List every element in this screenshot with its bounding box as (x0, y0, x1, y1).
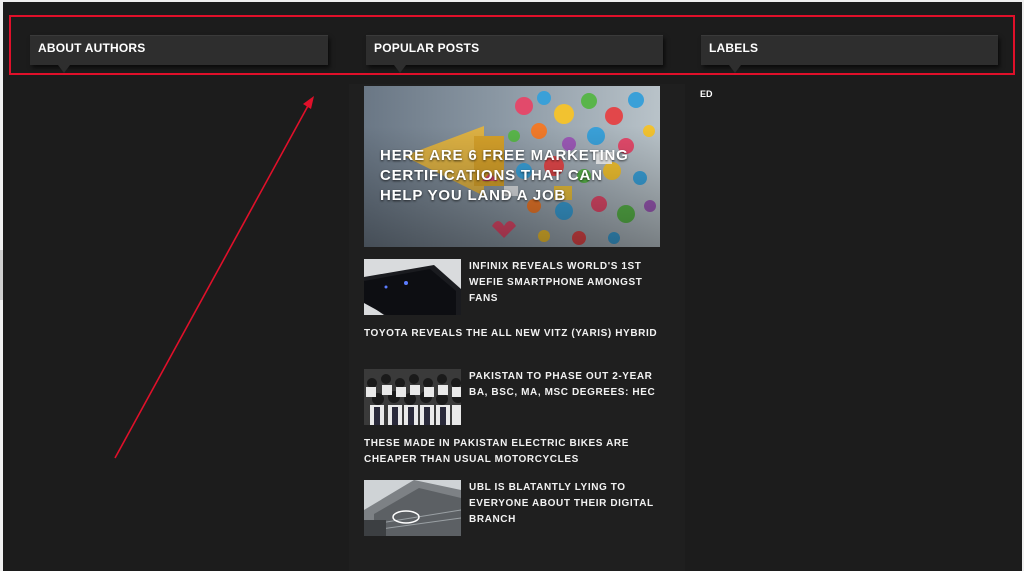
post-item[interactable]: UBL IS BLATANTLY LYING TO EVERYONE ABOUT… (364, 480, 664, 538)
featured-post-title[interactable]: HERE ARE 6 FREE MARKETING CERTIFICATIONS… (380, 146, 630, 206)
post-thumbnail[interactable] (364, 369, 461, 425)
post-item[interactable]: THESE MADE IN PAKISTAN ELECTRIC BIKES AR… (364, 436, 664, 470)
post-title[interactable]: TOYOTA REVEALS THE ALL NEW VITZ (YARIS) … (364, 326, 664, 342)
about-authors-header: ABOUT AUTHORS (30, 35, 328, 73)
post-thumbnail[interactable] (364, 480, 461, 536)
label-link[interactable]: ED (700, 89, 713, 99)
post-title[interactable]: INFINIX REVEALS WORLD'S 1ST WEFIE SMARTP… (469, 259, 664, 307)
page: ABOUT AUTHORS POPULAR POSTS LABELS HERE … (0, 0, 1024, 571)
header-pointer (58, 65, 70, 73)
header-pointer (729, 65, 741, 73)
post-item[interactable]: TOYOTA REVEALS THE ALL NEW VITZ (YARIS) … (364, 326, 664, 360)
popular-posts-header: POPULAR POSTS (366, 35, 663, 73)
about-authors-title: ABOUT AUTHORS (38, 41, 146, 55)
labels-header: LABELS (701, 35, 998, 73)
labels-title: LABELS (709, 41, 759, 55)
post-item[interactable]: INFINIX REVEALS WORLD'S 1ST WEFIE SMARTP… (364, 259, 664, 317)
post-title[interactable]: UBL IS BLATANTLY LYING TO EVERYONE ABOUT… (469, 480, 664, 528)
post-thumbnail[interactable] (364, 259, 461, 315)
header-pointer (394, 65, 406, 73)
post-title[interactable]: THESE MADE IN PAKISTAN ELECTRIC BIKES AR… (364, 436, 664, 468)
featured-post[interactable]: HERE ARE 6 FREE MARKETING CERTIFICATIONS… (364, 86, 660, 247)
post-item[interactable]: PAKISTAN TO PHASE OUT 2-YEAR BA, BSC, MA… (364, 369, 664, 427)
post-title[interactable]: PAKISTAN TO PHASE OUT 2-YEAR BA, BSC, MA… (469, 369, 664, 401)
popular-posts-title: POPULAR POSTS (374, 41, 480, 55)
